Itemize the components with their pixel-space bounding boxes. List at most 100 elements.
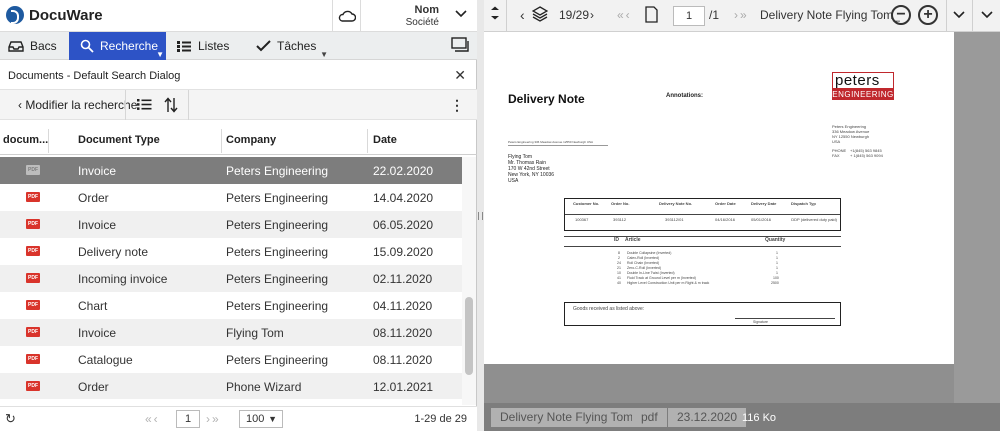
cell-date: 12.01.2021 bbox=[373, 380, 434, 394]
cell-document-type: Invoice bbox=[78, 164, 117, 178]
cloud-button[interactable] bbox=[332, 0, 360, 32]
page-size-value: 100 bbox=[246, 413, 265, 425]
cell-company: Flying Tom bbox=[226, 326, 284, 340]
page-number-input[interactable]: 1 bbox=[176, 410, 200, 428]
column-header-document-type[interactable]: Document Type bbox=[78, 134, 160, 146]
refresh-icon[interactable]: ↻ bbox=[5, 411, 16, 427]
list-view-icon[interactable] bbox=[136, 98, 152, 114]
modify-search-button[interactable]: ‹ Modifier la recherche bbox=[18, 98, 137, 112]
window-layout-button[interactable] bbox=[451, 37, 469, 56]
pdf-file-icon: PDF bbox=[26, 165, 40, 175]
cell-date: 22.02.2020 bbox=[373, 164, 434, 178]
next-last-page-icons[interactable]: ›» bbox=[734, 8, 749, 22]
cell-company: Phone Wizard bbox=[226, 380, 302, 394]
toolbar-divider bbox=[946, 0, 947, 32]
splitter-grip-icon bbox=[478, 212, 483, 220]
pdf-file-icon: PDF bbox=[26, 246, 40, 256]
items-top-rule bbox=[564, 236, 841, 237]
tab-recherche[interactable]: Recherche ▼ bbox=[69, 32, 166, 60]
first-prev-page-icons[interactable]: «‹ bbox=[145, 412, 160, 426]
tab-label: Tâches bbox=[277, 39, 317, 53]
table-row[interactable]: PDF Catalogue Peters Engineering 08.11.2… bbox=[0, 346, 462, 373]
table-row[interactable]: PDF Chart Peters Engineering 04.11.2020 bbox=[0, 292, 462, 319]
header-val: 05/01/2016 bbox=[751, 217, 772, 222]
table-row[interactable]: PDF Order Peters Engineering 14.04.2020 bbox=[0, 184, 462, 211]
document-stack-icon[interactable] bbox=[531, 6, 549, 25]
viewer-toolbar: ‹ 19/29 › «‹ 1 /1 ›» Delivery Note Flyin… bbox=[484, 0, 1000, 32]
items-col: Quantity bbox=[765, 237, 786, 243]
header-col: Order No. bbox=[611, 201, 630, 206]
tab-bacs[interactable]: Bacs bbox=[0, 32, 69, 60]
first-prev-page-icons[interactable]: «‹ bbox=[617, 8, 632, 22]
app-logo[interactable]: DocuWare bbox=[6, 6, 103, 24]
cell-document-type: Chart bbox=[78, 299, 108, 313]
item-id: 40 bbox=[617, 281, 621, 285]
item-qty: 2500 bbox=[771, 281, 779, 285]
table-row[interactable]: PDF Invoice Peters Engineering 06.05.202… bbox=[0, 211, 462, 238]
app-header: DocuWare Nom Société bbox=[0, 0, 477, 32]
search-icon bbox=[80, 39, 94, 53]
chevron-down-icon bbox=[455, 10, 467, 18]
goods-received-label: Goods received as listed above: bbox=[573, 306, 645, 312]
pdf-file-icon: PDF bbox=[26, 300, 40, 310]
cell-company: Peters Engineering bbox=[226, 164, 329, 178]
sort-icon[interactable] bbox=[164, 97, 178, 116]
cell-date: 08.11.2020 bbox=[373, 353, 433, 367]
scrollbar-thumb[interactable] bbox=[465, 297, 473, 375]
zoom-in-icon[interactable]: + bbox=[918, 5, 938, 25]
peters-engineering-logo: peters ENGINEERING bbox=[832, 72, 894, 102]
zoom-out-icon[interactable]: − bbox=[891, 5, 911, 25]
table-row[interactable]: PDF Order Phone Wizard 12.01.2021 bbox=[0, 373, 462, 399]
toolbar-divider bbox=[972, 0, 973, 32]
status-date: 23.12.2020 bbox=[668, 408, 747, 427]
table-row[interactable]: PDF Delivery note Peters Engineering 15.… bbox=[0, 238, 462, 265]
fax-label: FAX bbox=[832, 153, 840, 158]
pane-splitter[interactable] bbox=[477, 0, 484, 431]
results-scrollbar[interactable] bbox=[462, 157, 476, 405]
items-header-rule bbox=[564, 246, 841, 247]
cell-company: Peters Engineering bbox=[226, 299, 329, 313]
header-val: DDP (delivered duty paid) bbox=[791, 217, 837, 222]
signature-label: Signature bbox=[753, 320, 768, 324]
column-divider[interactable] bbox=[48, 129, 49, 153]
main-tabs: Bacs Recherche ▼ Listes Tâches ▼ bbox=[0, 32, 477, 60]
header-val: 04/16/2016 bbox=[715, 217, 736, 222]
tab-label: Recherche bbox=[100, 39, 159, 53]
items-col: ID bbox=[614, 237, 619, 243]
column-divider[interactable] bbox=[221, 129, 222, 153]
user-menu[interactable]: Nom Société bbox=[360, 0, 477, 32]
next-last-page-icons[interactable]: ›» bbox=[206, 412, 221, 426]
column-header-date[interactable]: Date bbox=[373, 134, 397, 146]
recipient-line: USA bbox=[508, 178, 519, 184]
column-divider[interactable] bbox=[367, 129, 368, 153]
table-row[interactable]: PDF Incoming invoice Peters Engineering … bbox=[0, 265, 462, 292]
chevron-left-icon: ‹ bbox=[18, 98, 22, 112]
table-row[interactable]: PDF Invoice Flying Tom 08.11.2020 bbox=[0, 319, 462, 346]
tab-taches[interactable]: Tâches ▼ bbox=[246, 32, 330, 60]
chevron-down-icon[interactable] bbox=[953, 9, 965, 23]
previous-document-icon[interactable]: ‹ bbox=[520, 7, 525, 23]
fax-value: + 1(845) 563 9094 bbox=[850, 153, 883, 158]
viewer-menu-icon[interactable] bbox=[490, 6, 500, 23]
close-icon[interactable]: ✕ bbox=[454, 67, 466, 84]
tab-caret-icon: ▼ bbox=[156, 50, 164, 59]
table-row[interactable]: PDF Invoice Peters Engineering 22.02.202… bbox=[0, 157, 462, 184]
cell-document-type: Order bbox=[78, 380, 109, 394]
tab-listes[interactable]: Listes bbox=[166, 32, 246, 60]
column-header-company[interactable]: Company bbox=[226, 134, 276, 146]
chevron-down-icon[interactable] bbox=[981, 9, 993, 23]
page-total: /1 bbox=[709, 8, 720, 22]
viewer-scroll-area[interactable] bbox=[954, 32, 1000, 403]
cell-document-type: Catalogue bbox=[78, 353, 133, 367]
more-options-icon[interactable]: ⋮ bbox=[450, 97, 464, 114]
page-number-input[interactable]: 1 bbox=[673, 6, 705, 26]
page-size-select[interactable]: 100 ▼ bbox=[239, 410, 283, 428]
column-header-document[interactable]: docum... bbox=[3, 134, 48, 146]
document-viewer: ‹ 19/29 › «‹ 1 /1 ›» Delivery Note Flyin… bbox=[484, 0, 1000, 431]
cell-company: Peters Engineering bbox=[226, 272, 329, 286]
next-document-icon[interactable]: › bbox=[590, 8, 594, 22]
item-article: Higher Level Construction Unit per m Rig… bbox=[627, 281, 710, 285]
document-page[interactable]: Delivery Note Annotations: peters ENGINE… bbox=[484, 32, 954, 364]
dialog-title: Documents - Default Search Dialog bbox=[8, 70, 181, 82]
document-position: 19/29 bbox=[559, 8, 590, 22]
